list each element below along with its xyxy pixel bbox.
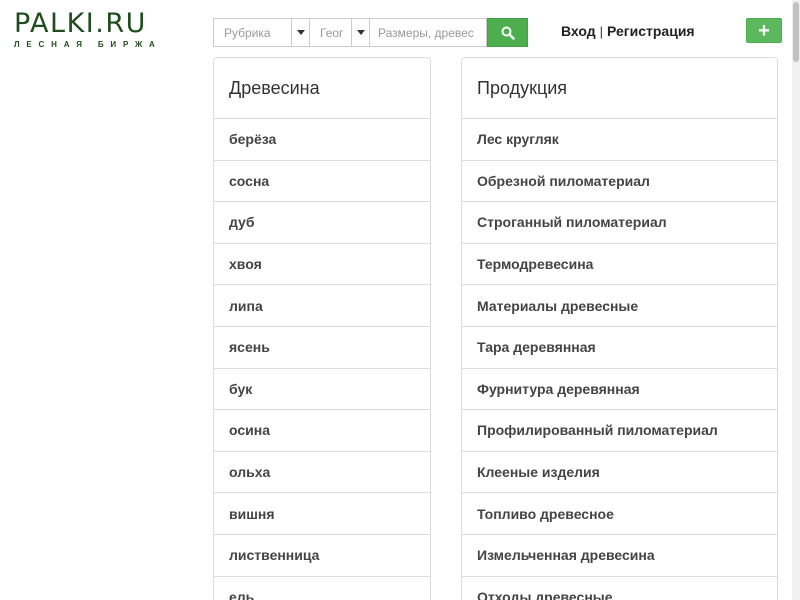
- products-panel: Продукция Лес кругляк Обрезной пиломатер…: [461, 57, 778, 600]
- plus-icon: +: [758, 19, 770, 42]
- search-input[interactable]: [370, 18, 487, 47]
- logo-subtitle: ЛЕСНАЯ БИРЖА: [14, 40, 162, 49]
- wood-item[interactable]: липа: [214, 285, 430, 327]
- product-item[interactable]: Материалы древесные: [462, 285, 777, 327]
- wood-item[interactable]: вишня: [214, 493, 430, 535]
- product-item[interactable]: Топливо древесное: [462, 493, 777, 535]
- auth-links: Вход | Регистрация: [561, 23, 695, 39]
- register-link[interactable]: Регистрация: [607, 23, 695, 39]
- scrollbar-thumb[interactable]: [793, 2, 799, 62]
- site-logo[interactable]: PALKI.RU ЛЕСНАЯ БИРЖА: [14, 10, 189, 56]
- wood-item[interactable]: бук: [214, 369, 430, 411]
- geo-dropdown-toggle[interactable]: [352, 18, 370, 47]
- auth-separator: |: [599, 24, 604, 39]
- wood-item[interactable]: лиственница: [214, 535, 430, 577]
- products-panel-title: Продукция: [462, 58, 777, 119]
- product-item[interactable]: Измельченная древесина: [462, 535, 777, 577]
- page-scrollbar[interactable]: [792, 0, 800, 600]
- geo-select[interactable]: Геог: [310, 18, 352, 47]
- login-link[interactable]: Вход: [561, 23, 596, 39]
- search-button[interactable]: [487, 18, 528, 47]
- product-item[interactable]: Обрезной пиломатериал: [462, 161, 777, 203]
- wood-item[interactable]: хвоя: [214, 244, 430, 286]
- search-icon: [501, 26, 515, 40]
- wood-item[interactable]: берёза: [214, 119, 430, 161]
- add-listing-button[interactable]: +: [746, 18, 782, 43]
- product-item[interactable]: Термодревесина: [462, 244, 777, 286]
- wood-panel-title: Древесина: [214, 58, 430, 119]
- product-item[interactable]: Клееные изделия: [462, 452, 777, 494]
- caret-down-icon: [296, 30, 305, 35]
- search-bar: Рубрика Геог: [213, 18, 528, 47]
- wood-item[interactable]: ель: [214, 577, 430, 600]
- product-item[interactable]: Отходы древесные: [462, 577, 777, 600]
- product-item[interactable]: Лес кругляк: [462, 119, 777, 161]
- caret-down-icon: [356, 30, 365, 35]
- product-item[interactable]: Тара деревянная: [462, 327, 777, 369]
- logo-title: PALKI.RU: [14, 8, 147, 39]
- product-item[interactable]: Строганный пиломатериал: [462, 202, 777, 244]
- product-item[interactable]: Фурнитура деревянная: [462, 369, 777, 411]
- wood-panel: Древесина берёза сосна дуб хвоя липа ясе…: [213, 57, 431, 600]
- wood-item[interactable]: дуб: [214, 202, 430, 244]
- wood-item[interactable]: осина: [214, 410, 430, 452]
- wood-item[interactable]: ольха: [214, 452, 430, 494]
- wood-item[interactable]: ясень: [214, 327, 430, 369]
- product-item[interactable]: Профилированный пиломатериал: [462, 410, 777, 452]
- rubric-dropdown-toggle[interactable]: [292, 18, 310, 47]
- wood-item[interactable]: сосна: [214, 161, 430, 203]
- rubric-select[interactable]: Рубрика: [213, 18, 292, 47]
